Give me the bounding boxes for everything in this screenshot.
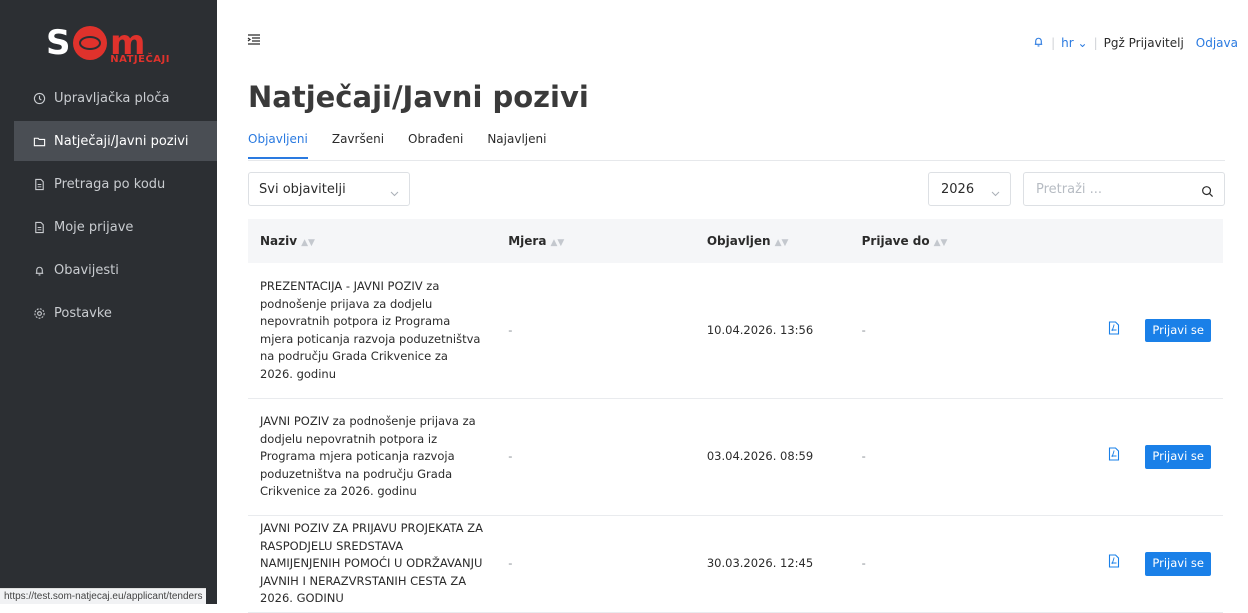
sort-icon: ▲▼ bbox=[301, 238, 315, 248]
tab-announced[interactable]: Najavljeni bbox=[487, 132, 546, 160]
pdf-icon[interactable] bbox=[1108, 321, 1120, 341]
logo-subtitle: NATJEČAJI bbox=[110, 54, 170, 65]
tenders-table: Naziv ▲▼ Mjera ▲▼ Objavljen ▲▼ Prijave do ▲▼… bbox=[248, 219, 1223, 613]
apply-button[interactable]: Prijavi se bbox=[1145, 552, 1211, 576]
tender-measure: - bbox=[496, 515, 695, 613]
tabs: Objavljeni Završeni Obrađeni Najavljeni bbox=[248, 132, 1225, 161]
logout-link[interactable]: Odjava bbox=[1196, 36, 1238, 50]
gear-icon bbox=[32, 306, 46, 320]
divider: | bbox=[1051, 36, 1056, 50]
column-header-objavljen[interactable]: Objavljen ▲▼ bbox=[694, 219, 850, 263]
publisher-select-value: Svi objavitelji bbox=[259, 181, 346, 197]
column-label: Mjera bbox=[508, 234, 547, 248]
pdf-icon[interactable] bbox=[1108, 447, 1120, 467]
tender-measure: - bbox=[496, 263, 695, 399]
tab-finished[interactable]: Završeni bbox=[332, 132, 384, 160]
clock-icon bbox=[32, 91, 46, 105]
chevron-down-icon bbox=[991, 186, 1000, 201]
sidebar-item-dashboard[interactable]: Upravljačka ploča bbox=[0, 78, 217, 118]
sidebar-item-label: Natječaji/Javni pozivi bbox=[54, 133, 189, 149]
tender-deadline: - bbox=[849, 263, 1096, 399]
row-actions: Prijavi se bbox=[1095, 515, 1223, 613]
column-header-mjera[interactable]: Mjera ▲▼ bbox=[496, 219, 695, 263]
browser-status-url: https://test.som-natjecaj.eu/applicant/t… bbox=[0, 588, 207, 604]
sidebar: S m NATJEČAJI Upravljačka ploča Natječaj… bbox=[0, 0, 217, 604]
sidebar-item-label: Obavijesti bbox=[54, 262, 119, 278]
top-right-controls: | hr ⌄ | Pgž Prijavitelj Odjava bbox=[1032, 35, 1238, 51]
column-header-actions bbox=[1095, 219, 1223, 263]
bell-icon[interactable] bbox=[1032, 35, 1045, 51]
search-icon[interactable] bbox=[1201, 183, 1214, 202]
chevron-down-icon: ⌄ bbox=[1077, 36, 1088, 50]
menu-toggle-icon[interactable] bbox=[247, 32, 261, 46]
table-row: JAVNI POZIV ZA PRIJAVU PROJEKATA ZA RASP… bbox=[248, 515, 1223, 613]
sort-icon: ▲▼ bbox=[933, 238, 948, 248]
tender-published: 30.03.2026. 12:45 bbox=[694, 515, 850, 613]
tender-published: 03.04.2026. 08:59 bbox=[694, 398, 850, 516]
search-input[interactable] bbox=[1034, 180, 1188, 198]
apply-button[interactable]: Prijavi se bbox=[1145, 318, 1211, 343]
language-label: hr bbox=[1061, 36, 1074, 50]
sidebar-item-settings[interactable]: Postavke bbox=[0, 293, 217, 333]
document-icon bbox=[32, 220, 46, 234]
divider: | bbox=[1093, 36, 1098, 50]
apply-button[interactable]: Prijavi se bbox=[1145, 445, 1211, 469]
chevron-down-icon bbox=[390, 186, 399, 201]
column-label: Prijave do bbox=[861, 234, 930, 248]
folder-icon bbox=[32, 134, 46, 148]
column-label: Naziv bbox=[260, 234, 298, 248]
tab-published[interactable]: Objavljeni bbox=[248, 132, 308, 160]
sidebar-item-tenders[interactable]: Natječaji/Javni pozivi bbox=[14, 121, 217, 161]
column-header-naziv[interactable]: Naziv ▲▼ bbox=[248, 219, 497, 263]
sort-icon: ▲▼ bbox=[550, 238, 565, 248]
page-title: Natječaji/Javni pozivi bbox=[248, 80, 589, 114]
tender-name: JAVNI POZIV ZA PRIJAVU PROJEKATA ZA RASP… bbox=[248, 515, 497, 613]
user-name: Pgž Prijavitelj bbox=[1103, 36, 1184, 50]
pdf-icon[interactable] bbox=[1108, 554, 1120, 574]
tab-processed[interactable]: Obrađeni bbox=[408, 132, 463, 160]
sidebar-nav: Upravljačka ploča Natječaji/Javni pozivi… bbox=[0, 78, 217, 336]
sidebar-item-label: Postavke bbox=[54, 305, 112, 321]
year-select-value: 2026 bbox=[941, 181, 975, 197]
sidebar-item-label: Pretraga po kodu bbox=[54, 176, 166, 192]
sort-icon: ▲▼ bbox=[774, 238, 789, 248]
tender-deadline: - bbox=[849, 398, 1096, 516]
sidebar-item-label: Moje prijave bbox=[54, 219, 134, 235]
language-selector[interactable]: hr ⌄ bbox=[1061, 36, 1087, 50]
column-header-prijave-do[interactable]: Prijave do ▲▼ bbox=[849, 219, 1096, 263]
tender-measure: - bbox=[496, 398, 695, 516]
sidebar-item-notifications[interactable]: Obavijesti bbox=[0, 250, 217, 290]
sidebar-item-label: Upravljačka ploča bbox=[54, 90, 170, 106]
year-select[interactable]: 2026 bbox=[928, 172, 1011, 206]
table-header-row: Naziv ▲▼ Mjera ▲▼ Objavljen ▲▼ Prijave do ▲▼ bbox=[248, 219, 1223, 263]
sidebar-item-my-applications[interactable]: Moje prijave bbox=[0, 207, 217, 247]
tender-deadline: - bbox=[849, 515, 1096, 613]
table-row: PREZENTACIJA - JAVNI POZIV za podnošenje… bbox=[248, 263, 1223, 399]
search-box bbox=[1023, 172, 1225, 206]
row-actions: Prijavi se bbox=[1095, 398, 1223, 516]
document-icon bbox=[32, 177, 46, 191]
tender-name: JAVNI POZIV za podnošenje prijava za dod… bbox=[248, 398, 497, 516]
top-bar: | hr ⌄ | Pgž Prijavitelj Odjava bbox=[217, 0, 1248, 76]
som-logo[interactable]: S m NATJEČAJI bbox=[46, 18, 176, 68]
bell-icon bbox=[32, 263, 46, 277]
column-label: Objavljen bbox=[706, 234, 771, 248]
tender-published: 10.04.2026. 13:56 bbox=[694, 263, 850, 399]
publisher-select[interactable]: Svi objavitelji bbox=[248, 172, 410, 206]
sidebar-item-code-search[interactable]: Pretraga po kodu bbox=[0, 164, 217, 204]
tender-name: PREZENTACIJA - JAVNI POZIV za podnošenje… bbox=[248, 263, 497, 399]
svg-text:S: S bbox=[46, 23, 71, 63]
row-actions: Prijavi se bbox=[1095, 263, 1223, 399]
table-row: JAVNI POZIV za podnošenje prijava za dod… bbox=[248, 398, 1223, 516]
